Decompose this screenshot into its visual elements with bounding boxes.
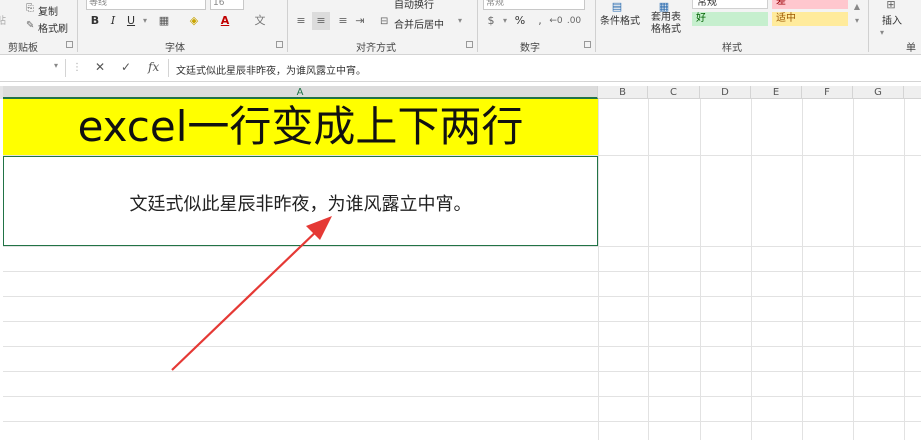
underline-button[interactable]: U <box>124 12 138 30</box>
ribbon: 贴 ⎘ 复制 ✎ 格式刷 剪贴板 等线 16 B I U ▾ ▦ ◈ A 文 字… <box>0 0 921 55</box>
cancel-icon[interactable]: ✕ <box>95 60 105 74</box>
merge-icon: ⊟ <box>380 16 389 27</box>
brush-icon: ✎ <box>26 20 35 31</box>
currency-icon[interactable]: $ <box>484 12 498 30</box>
font-size-select[interactable]: 16 <box>210 0 244 10</box>
format-painter-label: 格式刷 <box>38 24 68 35</box>
merge-center-button[interactable]: 合并后居中 <box>394 16 444 31</box>
alignment-group-label: 对齐方式 <box>356 43 396 54</box>
merge-dropdown-chevron-icon[interactable]: ▾ <box>458 16 462 25</box>
bold-button[interactable]: B <box>88 12 102 30</box>
wrap-text-button[interactable]: 自动换行 <box>394 0 434 11</box>
formula-bar-grip-icon: ⋮ <box>72 62 82 73</box>
number-format-select[interactable]: 常规 <box>483 0 585 10</box>
paste-button-fragment[interactable]: 贴 <box>0 12 6 27</box>
table-format-button[interactable]: 套用表格格式 <box>651 12 681 36</box>
decrease-decimal-icon[interactable]: .00 <box>566 12 582 30</box>
enter-icon[interactable]: ✓ <box>121 60 131 74</box>
font-color-button[interactable]: A <box>218 12 232 30</box>
style-bad[interactable]: 差 <box>772 0 848 9</box>
font-name-select[interactable]: 等线 <box>86 0 206 10</box>
insert-dropdown-chevron-icon[interactable]: ▾ <box>880 28 884 37</box>
insert-button[interactable]: 插入 <box>882 12 902 27</box>
style-normal[interactable]: 常规 <box>692 0 768 9</box>
formula-divider <box>168 59 169 77</box>
clipboard-group-label: 剪贴板 <box>8 43 38 54</box>
name-box[interactable]: ▾ <box>0 59 66 77</box>
group-divider <box>595 0 596 52</box>
underline-dropdown-chevron-icon[interactable]: ▾ <box>140 12 150 30</box>
worksheet-grid[interactable]: A B C D E F G excel一行变成上下两行 文廷式似此星辰非昨夜，为… <box>0 86 921 440</box>
styles-group-label: 样式 <box>722 43 742 54</box>
italic-button[interactable]: I <box>106 12 120 30</box>
number-group-label: 数字 <box>520 43 540 54</box>
styles-more-icon[interactable]: ▾ <box>852 12 862 30</box>
align-center-icon[interactable]: ≡ <box>312 12 330 30</box>
formula-bar: ▾ ⋮ ✕ ✓ fx 文廷式似此星辰非昨夜，为谁风露立中宵。 <box>0 55 921 82</box>
group-divider <box>868 0 869 52</box>
clipboard-launcher-icon[interactable] <box>66 41 73 48</box>
fill-color-icon[interactable]: ◈ <box>186 12 202 30</box>
indent-icon[interactable]: ⇥ <box>352 12 368 30</box>
name-box-dropdown-chevron-icon[interactable]: ▾ <box>54 61 58 70</box>
alignment-launcher-icon[interactable] <box>466 41 473 48</box>
phonetic-icon[interactable]: 文 <box>252 12 268 30</box>
font-launcher-icon[interactable] <box>276 41 283 48</box>
font-group-label: 字体 <box>165 43 185 54</box>
insert-function-button[interactable]: fx <box>148 60 159 74</box>
annotation-arrow-icon <box>171 216 332 371</box>
align-right-icon[interactable]: ≡ <box>334 12 352 30</box>
borders-icon[interactable]: ▦ <box>156 12 172 30</box>
currency-dropdown-chevron-icon[interactable]: ▾ <box>500 12 510 30</box>
conditional-format-button[interactable]: 条件格式 <box>600 12 640 27</box>
copy-icon: ⎘ <box>26 3 34 14</box>
increase-decimal-icon[interactable]: ←0 <box>548 12 564 30</box>
number-launcher-icon[interactable] <box>584 41 591 48</box>
style-neutral[interactable]: 适中 <box>772 12 848 26</box>
copy-label: 复制 <box>38 7 58 18</box>
group-divider <box>477 0 478 52</box>
comma-style-icon[interactable]: , <box>532 12 548 30</box>
align-left-icon[interactable]: ≡ <box>292 12 310 30</box>
group-divider <box>287 0 288 52</box>
percent-button[interactable]: % <box>512 12 528 30</box>
cells-group-label-fragment: 单 <box>906 43 916 54</box>
style-good[interactable]: 好 <box>692 12 768 26</box>
formula-input[interactable]: 文廷式似此星辰非昨夜，为谁风露立中宵。 <box>176 62 366 77</box>
group-divider <box>77 0 78 52</box>
arrow-shaft <box>171 225 323 371</box>
